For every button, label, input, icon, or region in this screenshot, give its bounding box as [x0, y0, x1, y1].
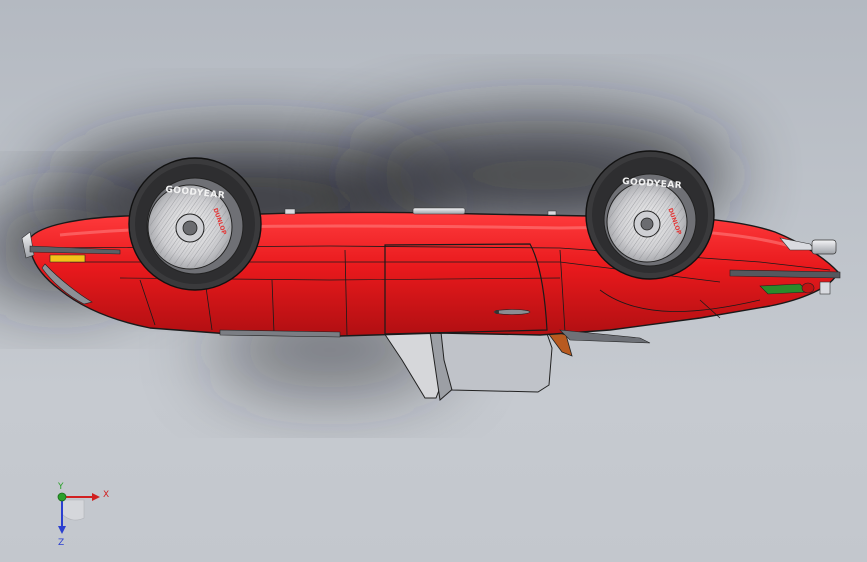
axis-triad[interactable]: X Y Z [57, 482, 109, 548]
x-axis-label: X [103, 490, 109, 500]
open-door[interactable] [383, 327, 573, 401]
y-axis-label: Y [57, 482, 64, 492]
cad-graphics-viewport[interactable]: GOODYEAR DUNLOP GOODYEAR DUNLOP X Y Z [0, 0, 867, 562]
car-model-render[interactable]: GOODYEAR DUNLOP GOODYEAR DUNLOP X Y Z [0, 0, 867, 562]
rear-wheel[interactable]: GOODYEAR DUNLOP [585, 150, 715, 280]
front-wheel[interactable]: GOODYEAR DUNLOP [128, 157, 262, 291]
z-axis-label: Z [58, 538, 64, 548]
y-axis-dot [57, 492, 67, 502]
door-handle [493, 309, 531, 315]
